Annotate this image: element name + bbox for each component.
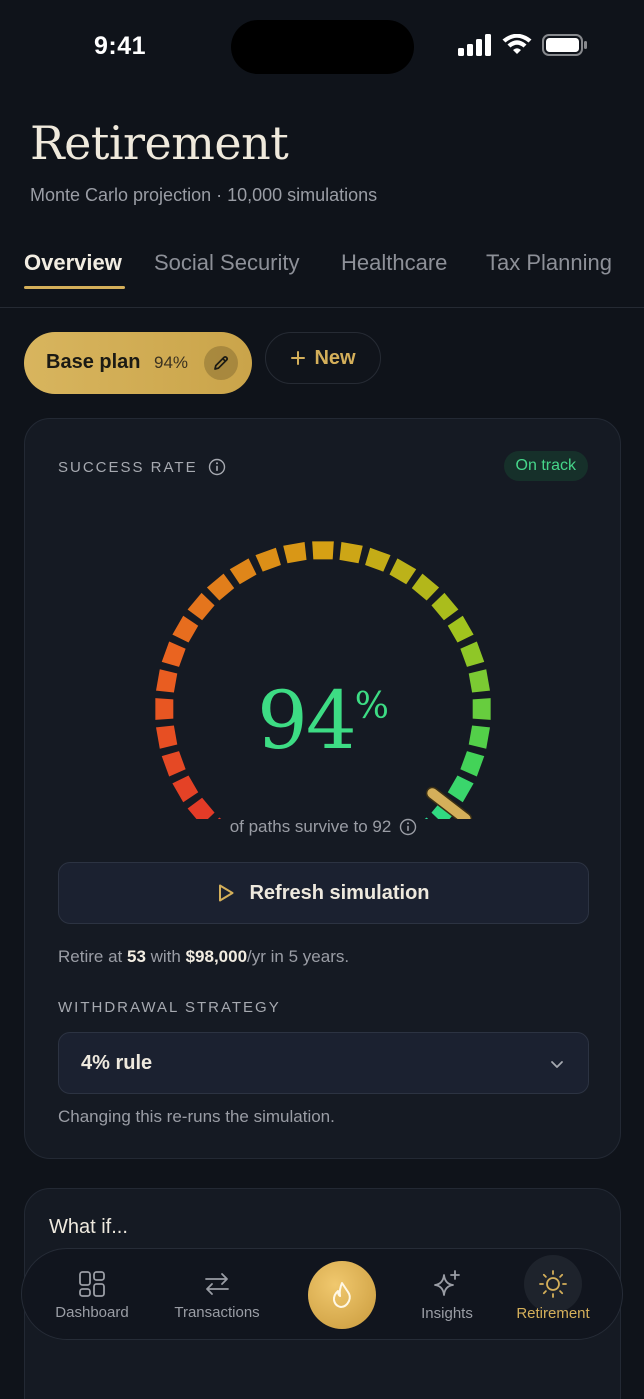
pencil-icon bbox=[214, 355, 229, 370]
gauge-segment bbox=[312, 541, 334, 560]
tab-tax-planning[interactable]: Tax Planning bbox=[486, 250, 612, 276]
plan-chip-base[interactable]: Base plan 94% bbox=[24, 332, 252, 394]
success-rate-unit: % bbox=[354, 686, 389, 727]
dynamic-island bbox=[231, 20, 414, 74]
gauge-segment bbox=[187, 797, 215, 826]
refresh-simulation-label: Refresh simulation bbox=[249, 881, 430, 904]
page-subtitle: Monte Carlo projection · 10,000 simulati… bbox=[30, 185, 378, 205]
active-tab-indicator bbox=[24, 286, 125, 289]
retire-prefix: Retire at bbox=[58, 947, 127, 966]
success-rate-label-text: SUCCESS RATE bbox=[58, 458, 198, 476]
new-plan-button[interactable]: New bbox=[265, 332, 381, 384]
nav-dashboard[interactable]: Dashboard bbox=[42, 1249, 142, 1341]
new-plan-label: New bbox=[314, 346, 356, 369]
tab-social-security[interactable]: Social Security bbox=[154, 250, 300, 276]
nav-retirement-label: Retirement bbox=[516, 1304, 590, 1322]
bottom-nav: Dashboard Transactions Insights Retireme… bbox=[21, 1248, 623, 1340]
withdrawal-strategy-label: WITHDRAWAL STRATEGY bbox=[58, 999, 281, 1016]
nav-insights-label: Insights bbox=[421, 1304, 473, 1322]
gauge-segment bbox=[161, 641, 186, 667]
nav-insights[interactable]: Insights bbox=[407, 1249, 487, 1341]
info-icon[interactable] bbox=[208, 458, 226, 476]
retire-age: 53 bbox=[126, 947, 146, 966]
gauge-segment bbox=[365, 547, 391, 572]
withdrawal-strategy-note: Changing this re-runs the simulation. bbox=[58, 1107, 335, 1126]
gauge-segment bbox=[172, 775, 199, 803]
gauge-segment bbox=[460, 641, 485, 667]
wifi-icon bbox=[502, 34, 532, 54]
signal-icon bbox=[458, 34, 491, 56]
success-rate-value: 94 bbox=[256, 674, 357, 767]
retire-amount: $98,000 bbox=[185, 947, 248, 966]
success-rate-label: SUCCESS RATE bbox=[58, 458, 226, 476]
gauge-segment bbox=[229, 558, 257, 585]
transfer-arrows-icon bbox=[205, 1272, 229, 1295]
nav-transactions[interactable]: Transactions bbox=[162, 1249, 272, 1341]
gauge-segment bbox=[187, 592, 215, 621]
status-time: 9:41 bbox=[94, 32, 147, 60]
gauge-segment bbox=[283, 542, 307, 564]
gauge-segment bbox=[447, 615, 474, 643]
gauge-segment bbox=[447, 775, 474, 803]
tab-bar: Overview Social Security Healthcare Tax … bbox=[0, 240, 644, 308]
gauge-segment bbox=[389, 558, 417, 585]
sun-icon bbox=[539, 1269, 567, 1298]
plan-name: Base plan bbox=[46, 351, 141, 373]
gauge-caption-text: of paths survive to 92 bbox=[229, 817, 392, 836]
dashboard-icon bbox=[79, 1270, 105, 1297]
sparkle-icon bbox=[434, 1269, 460, 1296]
retire-suffix: /yr in 5 years. bbox=[247, 947, 350, 966]
page-title: Retirement bbox=[30, 116, 289, 170]
gauge-segment bbox=[206, 573, 235, 601]
nav-retirement[interactable]: Retirement bbox=[503, 1249, 603, 1341]
tab-overview[interactable]: Overview bbox=[24, 250, 122, 276]
gauge-segment bbox=[172, 615, 199, 643]
status-bar: 9:41 bbox=[0, 0, 644, 96]
plus-icon bbox=[291, 351, 306, 365]
retire-mid: with bbox=[145, 947, 186, 966]
withdrawal-strategy-value: 4% rule bbox=[81, 1052, 153, 1074]
plan-percent: 94% bbox=[154, 353, 189, 372]
chevron-down-icon bbox=[551, 1061, 563, 1068]
nav-fire-button[interactable] bbox=[308, 1261, 376, 1329]
tab-healthcare[interactable]: Healthcare bbox=[341, 250, 447, 276]
nav-transactions-label: Transactions bbox=[174, 1303, 260, 1321]
success-rate-card: SUCCESS RATE On track 94% of paths survi… bbox=[24, 418, 621, 1159]
success-gauge: 94% bbox=[133, 519, 513, 845]
gauge-segment bbox=[431, 592, 459, 621]
status-icons bbox=[458, 34, 588, 56]
nav-dashboard-label: Dashboard bbox=[55, 1303, 129, 1321]
info-icon[interactable] bbox=[399, 818, 417, 836]
battery-icon bbox=[542, 34, 587, 56]
refresh-simulation-button[interactable]: Refresh simulation bbox=[58, 862, 589, 924]
gauge-value: 94% bbox=[133, 674, 513, 767]
what-if-title: What if... bbox=[49, 1216, 128, 1238]
status-badge: On track bbox=[503, 451, 588, 481]
gauge-segment bbox=[255, 547, 281, 572]
retirement-summary: Retire at 53 with $98,000/yr in 5 years. bbox=[58, 947, 349, 967]
play-icon bbox=[219, 884, 234, 902]
flame-icon bbox=[332, 1282, 351, 1308]
gauge-caption: of paths survive to 92 bbox=[25, 817, 622, 837]
gauge-segment bbox=[411, 573, 440, 601]
gauge-arc bbox=[155, 541, 491, 845]
edit-plan-button[interactable] bbox=[204, 346, 238, 380]
withdrawal-strategy-select[interactable]: 4% rule bbox=[58, 1032, 589, 1094]
gauge-segment bbox=[339, 542, 363, 564]
